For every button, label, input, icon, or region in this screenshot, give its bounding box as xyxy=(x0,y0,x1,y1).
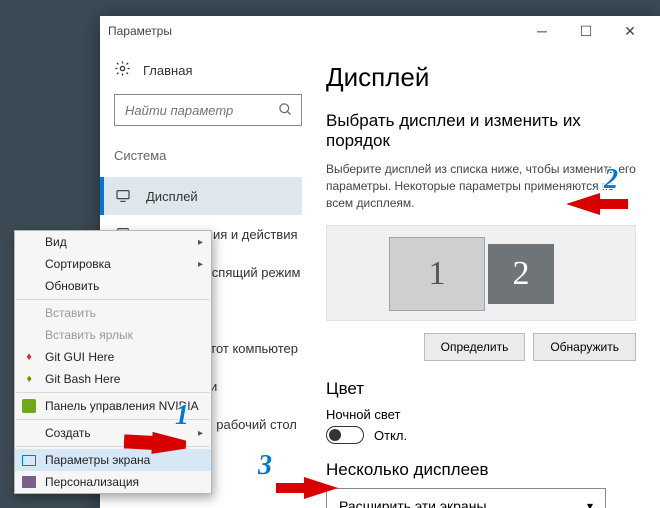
night-light-label: Ночной свет xyxy=(326,407,636,422)
multiple-displays-select[interactable]: Расширить эти экраны ▾ xyxy=(326,488,606,508)
nvidia-icon xyxy=(21,398,37,414)
ctx-separator xyxy=(16,299,210,300)
search-box[interactable] xyxy=(114,94,302,126)
select-value: Расширить эти экраны xyxy=(339,498,487,508)
annotation-arrow-1 xyxy=(124,429,186,459)
display-settings-icon xyxy=(21,452,37,468)
maximize-button[interactable]: ☐ xyxy=(564,16,608,46)
toggle-knob xyxy=(329,429,341,441)
annotation-arrow-3 xyxy=(276,477,338,507)
ctx-refresh[interactable]: Обновить xyxy=(15,275,211,297)
minimize-button[interactable]: ─ xyxy=(520,16,564,46)
multiple-displays-heading: Несколько дисплеев xyxy=(326,460,636,480)
night-light-toggle[interactable] xyxy=(326,426,364,444)
annotation-number-2: 2 xyxy=(604,164,618,196)
annotation-number-1: 1 xyxy=(175,400,189,432)
close-button[interactable]: ✕ xyxy=(608,16,652,46)
detect-button[interactable]: Обнаружить xyxy=(533,333,636,361)
identify-button[interactable]: Определить xyxy=(424,333,526,361)
ctx-view[interactable]: Вид xyxy=(15,231,211,253)
ctx-paste: Вставить xyxy=(15,302,211,324)
git-icon: ♦ xyxy=(21,349,37,365)
ctx-separator xyxy=(16,392,210,393)
color-heading: Цвет xyxy=(326,379,636,399)
chevron-down-icon: ▾ xyxy=(587,499,593,508)
night-light-state: Откл. xyxy=(374,428,407,443)
monitor-icon xyxy=(114,188,132,204)
home-link[interactable]: Главная xyxy=(114,60,302,80)
annotation-arrow-2 xyxy=(566,193,628,223)
ctx-personalize[interactable]: Персонализация xyxy=(15,471,211,493)
nav-label: Дисплей xyxy=(146,189,198,204)
ctx-git-bash[interactable]: ♦Git Bash Here xyxy=(15,368,211,390)
personalize-icon xyxy=(21,474,37,490)
gear-icon xyxy=(114,60,131,80)
window-title: Параметры xyxy=(108,24,172,38)
monitor-2[interactable]: 2 xyxy=(488,244,554,304)
page-title: Дисплей xyxy=(326,62,636,93)
title-bar: Параметры ─ ☐ ✕ xyxy=(100,16,660,46)
ctx-sort[interactable]: Сортировка xyxy=(15,253,211,275)
ctx-git-gui[interactable]: ♦Git GUI Here xyxy=(15,346,211,368)
nav-item-display[interactable]: Дисплей xyxy=(100,177,302,215)
section-label: Система xyxy=(114,148,302,163)
monitor-1[interactable]: 1 xyxy=(389,237,485,311)
content-panel: Дисплей Выбрать дисплеи и изменить их по… xyxy=(316,46,660,508)
search-icon xyxy=(278,102,293,120)
display-arrange-area[interactable]: 1 2 xyxy=(326,225,636,321)
git-bash-icon: ♦ xyxy=(21,371,37,387)
arrange-title: Выбрать дисплеи и изменить их порядок xyxy=(326,111,636,151)
home-label: Главная xyxy=(143,63,192,78)
ctx-paste-shortcut: Вставить ярлык xyxy=(15,324,211,346)
annotation-number-3: 3 xyxy=(258,450,272,482)
